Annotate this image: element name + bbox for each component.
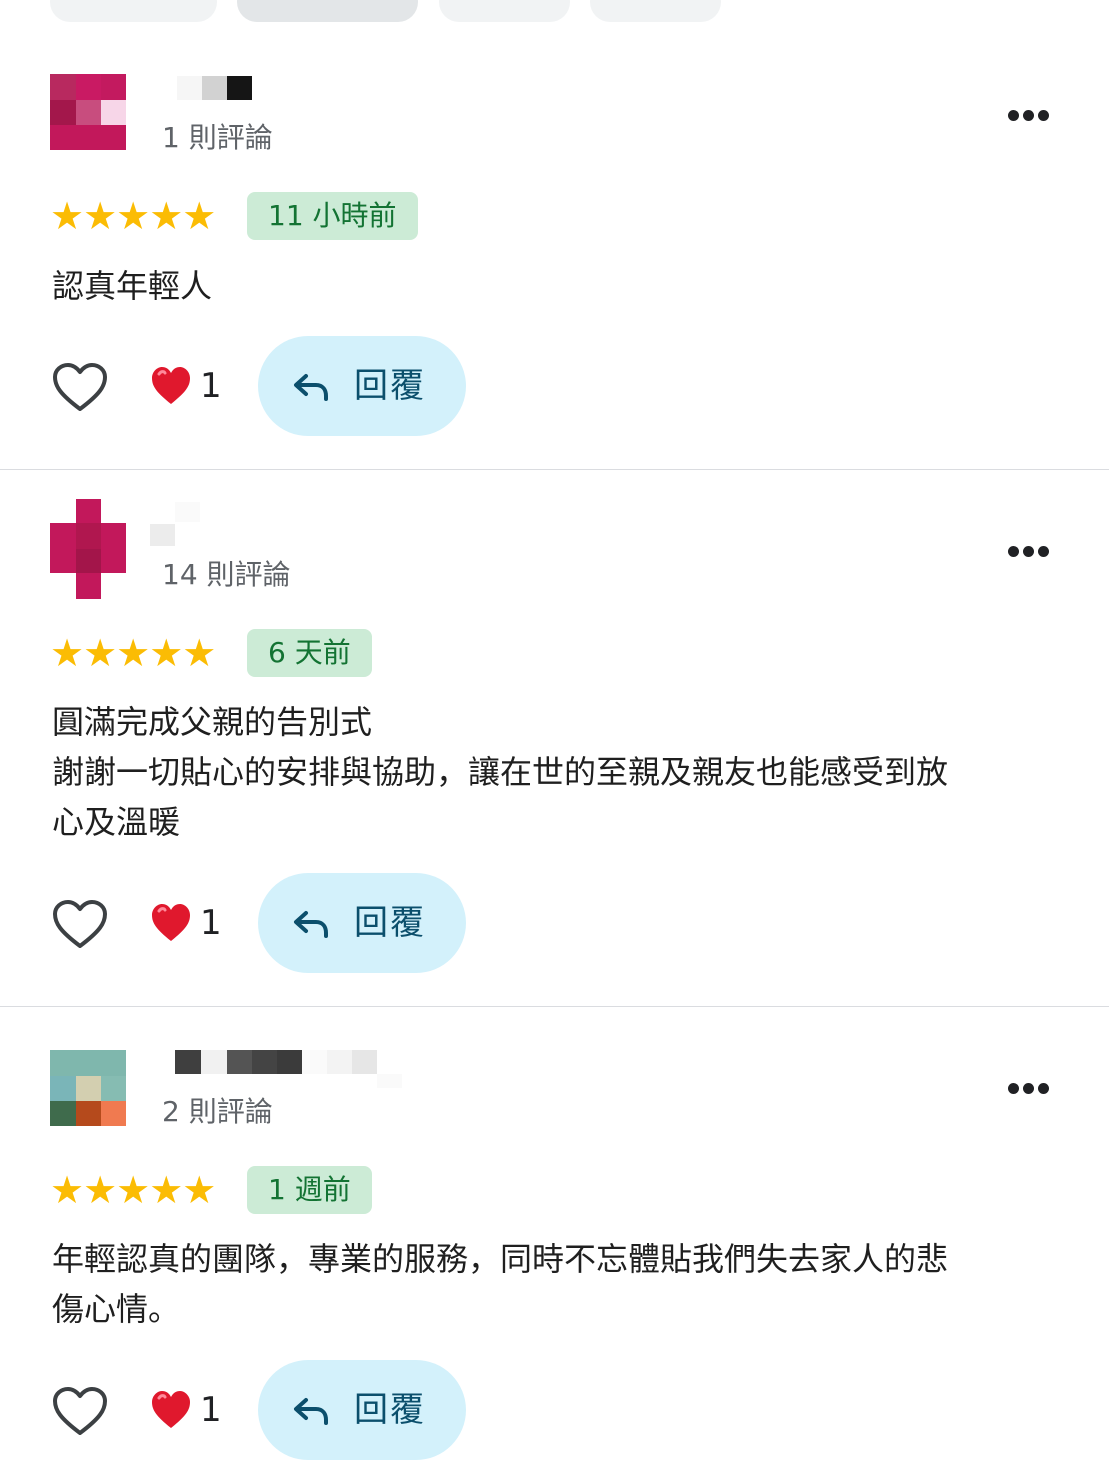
star-rating: ★★★★★	[50, 194, 216, 238]
reviewer-review-count: 2 則評論	[162, 1095, 273, 1128]
more-options-icon[interactable]	[1004, 1077, 1052, 1097]
star-rating: ★★★★★	[50, 631, 216, 675]
reply-arrow-icon	[294, 374, 328, 401]
filter-chip[interactable]	[50, 0, 217, 22]
filter-chip[interactable]	[590, 0, 721, 22]
red-heart-icon	[152, 904, 190, 941]
reviewer-avatar[interactable]	[50, 499, 126, 599]
reply-button-label: 回覆	[354, 366, 426, 406]
review-time-badge: 1 週前	[247, 1166, 372, 1214]
reaction-count: 1	[200, 366, 222, 406]
review-text: 年輕認真的團隊，專業的服務，同時不忘體貼我們失去家人的悲 傷心情。	[52, 1240, 949, 1328]
filter-chip-selected[interactable]	[237, 0, 418, 22]
reviewer-review-count: 14 則評論	[162, 558, 291, 591]
reaction-count: 1	[200, 1390, 222, 1430]
star-rating: ★★★★★	[50, 1168, 216, 1212]
heart-outline-icon[interactable]	[52, 899, 108, 951]
review-divider	[0, 469, 1109, 470]
more-options-icon[interactable]	[1004, 540, 1052, 560]
review-divider	[0, 1006, 1109, 1007]
heart-outline-icon[interactable]	[52, 1386, 108, 1438]
red-heart-icon	[152, 1391, 190, 1428]
reply-button-label: 回覆	[354, 903, 426, 943]
review-time-badge: 11 小時前	[247, 192, 418, 240]
filter-chip[interactable]	[439, 0, 570, 22]
reaction-count: 1	[200, 903, 222, 943]
reply-button[interactable]: 回覆	[258, 1360, 466, 1460]
reply-button[interactable]: 回覆	[258, 873, 466, 973]
reply-arrow-icon	[294, 1398, 328, 1425]
heart-outline-icon[interactable]	[52, 362, 108, 414]
review-time-badge: 6 天前	[247, 629, 372, 677]
review-text: 圓滿完成父親的告別式 謝謝一切貼心的安排與協助，讓在世的至親及親友也能感受到放 …	[52, 703, 949, 841]
reviewer-review-count: 1 則評論	[162, 121, 273, 154]
reviewer-avatar[interactable]	[50, 1050, 126, 1126]
reviewer-avatar[interactable]	[50, 74, 126, 150]
reply-arrow-icon	[294, 911, 328, 938]
reply-button[interactable]: 回覆	[258, 336, 466, 436]
more-options-icon[interactable]	[1004, 104, 1052, 124]
review-text: 認真年輕人	[52, 267, 213, 305]
reply-button-label: 回覆	[354, 1390, 426, 1430]
red-heart-icon	[152, 367, 190, 404]
